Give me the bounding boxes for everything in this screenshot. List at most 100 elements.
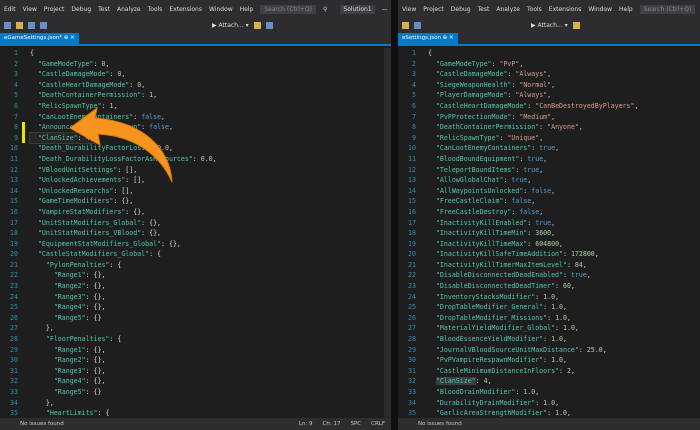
menu-item[interactable]: Help [619,6,633,13]
code-line[interactable]: 24 "InventoryStacksModifier": 1.0, [398,292,700,303]
code-line[interactable]: 6 "CastleHeartDamageMode": "CanBeDestroy… [398,101,700,112]
code-line[interactable]: 9 "ClanSize": 4, [0,131,391,145]
code-line[interactable]: 1{ [398,48,700,59]
menu-item[interactable]: Window [588,6,612,13]
code-line[interactable]: 26 "DropTableModifier_Missions": 1.0, [398,313,700,324]
code-line[interactable]: 7 "CanLootEnemyContainers": false, [0,112,391,123]
code-line[interactable]: 29 "JournalVBloodSourceUnitMaxDistance":… [398,345,700,356]
code-line[interactable]: 9 "RelicSpawnType": "Unique", [398,133,700,144]
menu-item[interactable]: Debug [71,6,91,13]
code-line[interactable]: 27 }, [0,323,391,334]
code-line[interactable]: 16 "FreeCastleDestroy": false, [398,207,700,218]
code-line[interactable]: 19 "InactivityKillTimeMax": 604800, [398,239,700,250]
code-line[interactable]: 21 "InactivityKillTimerMaxItemLevel": 84… [398,260,700,271]
menu-item[interactable]: Extensions [169,6,202,13]
code-line[interactable]: 28 "BloodEssenceYieldModifier": 1.0, [398,334,700,345]
window-controls[interactable]: — ☐ ✕ [382,6,391,13]
toolbar-icon[interactable] [265,22,273,29]
toolbar-icon[interactable] [253,22,261,29]
code-line[interactable]: 2 "GameModeType": "PvP", [398,59,700,70]
menu-item[interactable]: Tools [527,6,542,13]
code-editor[interactable]: 1{2 "GameModeType": "PvP", 3 "CastleDamag… [398,48,700,418]
code-line[interactable]: 20 "CastleStatModifiers_Global": { [0,249,391,260]
save-all-icon[interactable] [40,22,47,29]
code-line[interactable]: 13 "UnlockedAchievements": [], [0,175,391,186]
code-line[interactable]: 35 "GarlicAreaStrengthModifier": 1.0, [398,408,700,418]
code-line[interactable]: 35 "HeartLimits": { [0,408,391,418]
code-line[interactable]: 34 }, [0,398,391,409]
code-line[interactable]: 30 "Range2": {}, [0,355,391,366]
code-line[interactable]: 4 "SiegeWeaponHealth": "Normal", [398,80,700,91]
code-line[interactable]: 30 "PvPVampireRespawnModifier": 1.0, [398,355,700,366]
code-line[interactable]: 24 "Range3": {}, [0,292,391,303]
code-line[interactable]: 18 "UnitStatModifiers_VBlood": {}, [0,228,391,239]
code-line[interactable]: 3 "CastleDamageMode": 0, [0,69,391,80]
code-line[interactable]: 14 "UnlockedResearchs": [], [0,186,391,197]
menu-item[interactable]: Test [478,6,490,13]
search-input[interactable]: Search (Ctrl+Q) [260,4,316,14]
menu-item[interactable]: Help [240,6,254,13]
attach-button[interactable]: ▶ Attach... ▾ [531,22,568,29]
code-line[interactable]: 20 "InactivityKillSafeTimeAddition": 172… [398,249,700,260]
code-line[interactable]: 14 "AllWaypointsUnlocked": false, [398,186,700,197]
code-line[interactable]: 3 "CastleDamageMode": "Always", [398,69,700,80]
code-line[interactable]: 26 "Range5": {} [0,313,391,324]
save-icon[interactable] [28,22,35,29]
code-line[interactable]: 16 "VampireStatModifiers": {}, [0,207,391,218]
save-icon[interactable] [414,22,421,29]
menu-item[interactable]: View [402,6,416,13]
code-line[interactable]: 29 "Range1": {}, [0,345,391,356]
code-line[interactable]: 12 "TeleportBoundItems": true, [398,165,700,176]
code-line[interactable]: 7 "PvPProtectionMode": "Medium", [398,112,700,123]
code-line[interactable]: 21 "PylonPenalties": { [0,260,391,271]
code-line[interactable]: 25 "DropTableModifier_General": 1.0, [398,302,700,313]
tab-game-settings[interactable]: eGameSettings.json* ⊕ ✕ [0,33,79,44]
code-line[interactable]: 27 "MaterialYieldModifier_Global": 1.0, [398,323,700,334]
menu-item[interactable]: Project [44,6,65,13]
attach-button[interactable]: ▶ Attach... ▾ [212,22,249,29]
code-line[interactable]: 23 "DisableDisconnectedDeadTimer": 60, [398,281,700,292]
menu-item[interactable]: Window [209,6,233,13]
code-line[interactable]: 6 "RelicSpawnType": 1, [0,101,391,112]
new-file-icon[interactable] [4,22,11,29]
code-line[interactable]: 32 "Range4": {}, [0,376,391,387]
code-line[interactable]: 22 "Range1": {}, [0,270,391,281]
code-line[interactable]: 17 "InactivityKillEnabled": true, [398,218,700,229]
code-line[interactable]: 31 "CastleMinimumDistanceInFloors": 2, [398,366,700,377]
code-line[interactable]: 5 "PlayerDamageMode": "Always", [398,90,700,101]
code-line[interactable]: 23 "Range2": {}, [0,281,391,292]
menu-item[interactable]: Extensions [549,6,582,13]
no-issues-status[interactable]: No issues found [418,421,462,427]
menu-item[interactable]: Analyze [117,6,141,13]
code-editor[interactable]: 1{2 "GameModeType": 0, 3 "CastleDamageMod… [0,48,391,418]
open-folder-icon[interactable] [16,22,23,29]
code-line[interactable]: 25 "Range4": {}, [0,302,391,313]
code-line[interactable]: 15 "FreeCastleClaim": false, [398,196,700,207]
code-line[interactable]: 28 "FloorPenalties": { [0,334,391,345]
toolbar-icon[interactable] [572,22,580,29]
vertical-scrollbar[interactable] [384,48,391,418]
menu-item[interactable]: Edit [4,6,16,13]
code-line[interactable]: 15 "GameTimeModifiers": {}, [0,196,391,207]
code-line[interactable]: 10 "Death_DurabilityFactorLoss": 0.0, [0,143,391,154]
menu-item[interactable]: Analyze [496,6,520,13]
code-line[interactable]: 19 "EquipmentStatModifiers_Global": {}, [0,239,391,250]
code-line[interactable]: 32 "ClanSize": 4, [398,376,700,387]
code-line[interactable]: 8 "AnnounceSiegeWeaponSpawn": false, [0,122,391,133]
menu-item[interactable]: View [23,6,37,13]
search-input[interactable]: Search (Ctrl+Q) [639,4,696,14]
menu-item[interactable]: Tools [148,6,163,13]
code-line[interactable]: 10 "CanLootEnemyContainers": true, [398,143,700,154]
code-line[interactable]: 1{ [0,48,391,59]
code-line[interactable]: 22 "DisableDisconnectedDeadEnabled": tru… [398,270,700,281]
code-line[interactable]: 33 "Range5": {} [0,387,391,398]
code-line[interactable]: 11 "BloodBoundEquipment": true, [398,154,700,165]
code-line[interactable]: 17 "UnitStatModifiers_Global": {}, [0,218,391,229]
no-issues-status[interactable]: No issues found [20,421,64,427]
code-line[interactable]: 13 "AllowGlobalChat": true, [398,175,700,186]
code-line[interactable]: 31 "Range3": {}, [0,366,391,377]
code-line[interactable]: 4 "CastleHeartDamageMode": 0, [0,80,391,91]
code-line[interactable]: 5 "DeathContainerPermission": 1, [0,90,391,101]
code-line[interactable]: 18 "InactivityKillTimeMin": 3600, [398,228,700,239]
code-line[interactable]: 33 "BloodDrainModifier": 1.0, [398,387,700,398]
